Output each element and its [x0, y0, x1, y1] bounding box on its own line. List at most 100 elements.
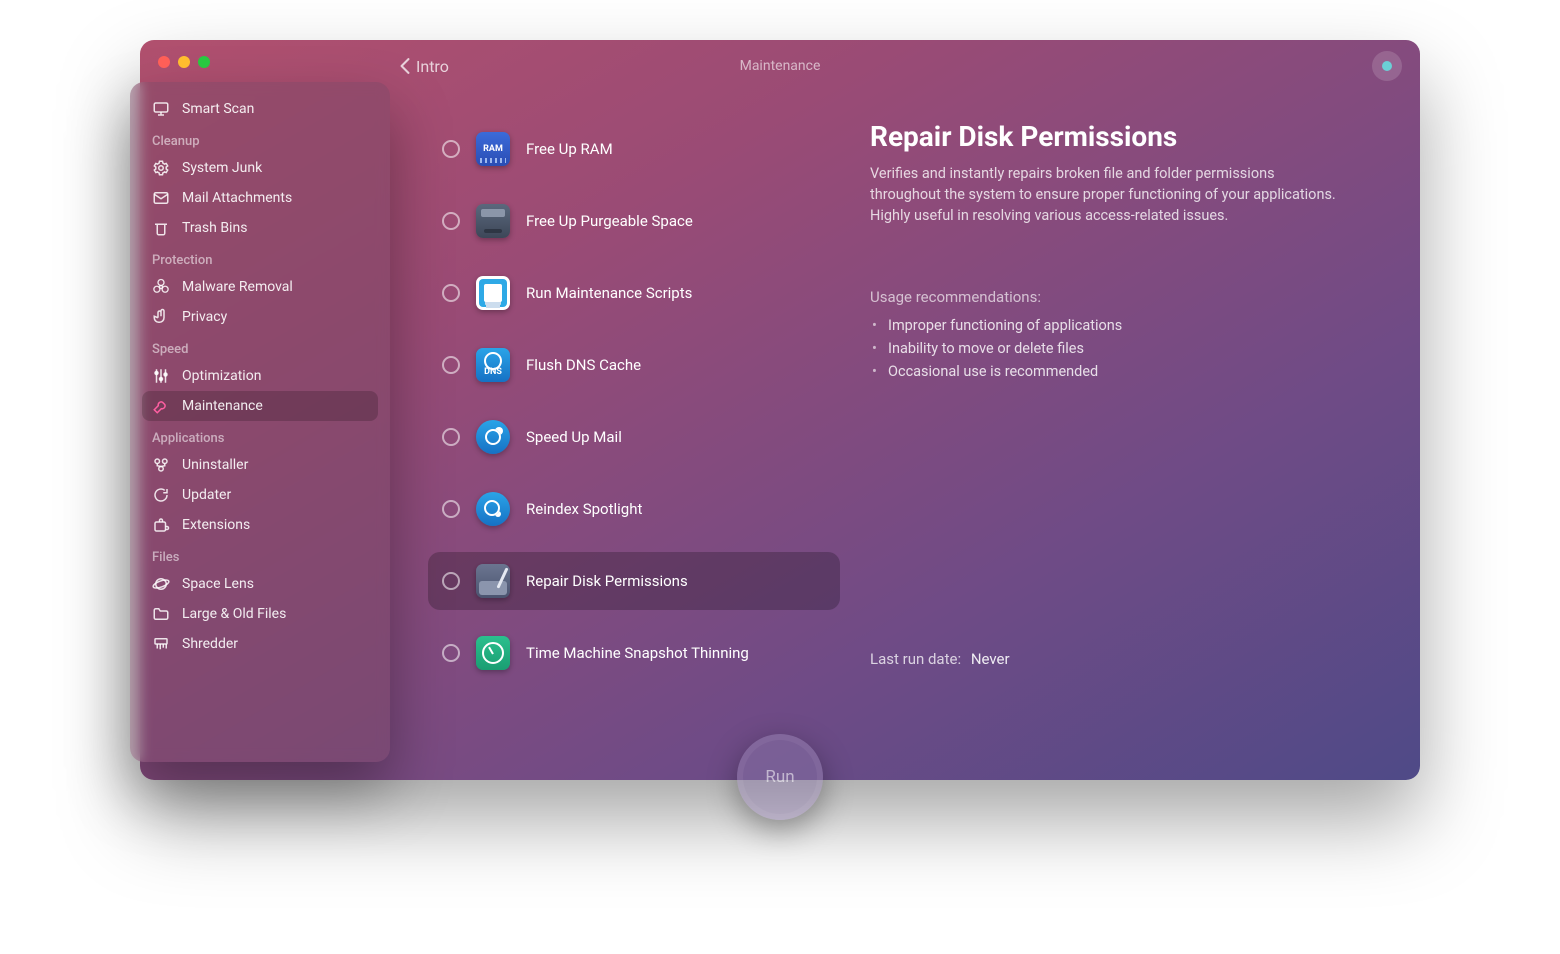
sidebar-item-malware-removal[interactable]: Malware Removal: [142, 272, 378, 302]
sidebar-item-shredder[interactable]: Shredder: [142, 629, 378, 659]
task-icon: RAM: [476, 132, 510, 166]
task-icon: [476, 420, 510, 454]
task-run-maintenance-scripts[interactable]: Run Maintenance Scripts: [428, 264, 840, 322]
uninstall-icon: [152, 456, 170, 474]
sidebar-item-label: Extensions: [182, 517, 250, 533]
planet-icon: [152, 575, 170, 593]
back-label: Intro: [416, 57, 449, 76]
sidebar-item-label: Privacy: [182, 309, 227, 325]
sidebar-item-smart-scan[interactable]: Smart Scan: [142, 94, 378, 124]
sidebar-item-updater[interactable]: Updater: [142, 480, 378, 510]
sidebar-section-title: Speed: [142, 332, 378, 361]
account-button[interactable]: [1372, 51, 1402, 81]
back-button[interactable]: Intro: [400, 57, 449, 76]
sidebar-item-label: Malware Removal: [182, 279, 293, 295]
task-label: Time Machine Snapshot Thinning: [526, 644, 749, 662]
task-radio[interactable]: [442, 500, 460, 518]
sidebar-section-title: Protection: [142, 243, 378, 272]
sidebar-item-mail-attachments[interactable]: Mail Attachments: [142, 183, 378, 213]
last-run-label: Last run date:: [870, 650, 961, 668]
task-label: Reindex Spotlight: [526, 500, 642, 518]
sidebar-item-label: Maintenance: [182, 398, 263, 414]
sidebar-item-label: Shredder: [182, 636, 238, 652]
task-icon: [476, 204, 510, 238]
sidebar-section-title: Applications: [142, 421, 378, 450]
usage-item: Inability to move or delete files: [870, 337, 1370, 360]
detail-description: Verifies and instantly repairs broken fi…: [870, 163, 1340, 226]
task-radio[interactable]: [442, 212, 460, 230]
sidebar-item-uninstaller[interactable]: Uninstaller: [142, 450, 378, 480]
trash-icon: [152, 219, 170, 237]
last-run: Last run date: Never: [870, 650, 1010, 668]
run-button[interactable]: Run: [737, 734, 823, 820]
task-label: Repair Disk Permissions: [526, 572, 688, 590]
sidebar-item-label: Uninstaller: [182, 457, 248, 473]
sidebar-item-large-old-files[interactable]: Large & Old Files: [142, 599, 378, 629]
hand-icon: [152, 308, 170, 326]
task-free-up-purgeable-space[interactable]: Free Up Purgeable Space: [428, 192, 840, 250]
task-label: Free Up Purgeable Space: [526, 212, 693, 230]
sidebar-item-optimization[interactable]: Optimization: [142, 361, 378, 391]
puzzle-icon: [152, 516, 170, 534]
minimize-window-button[interactable]: [178, 56, 190, 68]
run-button-label: Run: [765, 767, 794, 787]
main-content: RAM Free Up RAM Free Up Purgeable Space Run…: [410, 110, 1420, 780]
mail-icon: [152, 189, 170, 207]
task-label: Run Maintenance Scripts: [526, 284, 692, 302]
monitor-icon: [152, 100, 170, 118]
sidebar-item-system-junk[interactable]: System Junk: [142, 153, 378, 183]
task-radio[interactable]: [442, 644, 460, 662]
sidebar-section-title: Cleanup: [142, 124, 378, 153]
task-radio[interactable]: [442, 356, 460, 374]
sidebar-section-title: Files: [142, 540, 378, 569]
sidebar-item-label: Large & Old Files: [182, 606, 286, 622]
sidebar-item-label: System Junk: [182, 160, 262, 176]
close-window-button[interactable]: [158, 56, 170, 68]
sidebar-item-trash-bins[interactable]: Trash Bins: [142, 213, 378, 243]
maximize-window-button[interactable]: [198, 56, 210, 68]
gear-icon: [152, 159, 170, 177]
usage-item: Occasional use is recommended: [870, 360, 1370, 383]
sidebar-item-label: Trash Bins: [182, 220, 247, 236]
sidebar-item-privacy[interactable]: Privacy: [142, 302, 378, 332]
task-icon: [476, 564, 510, 598]
task-list: RAM Free Up RAM Free Up Purgeable Space Run…: [410, 110, 850, 780]
last-run-value: Never: [971, 650, 1010, 668]
task-free-up-ram[interactable]: RAM Free Up RAM: [428, 120, 840, 178]
task-radio[interactable]: [442, 284, 460, 302]
folder-icon: [152, 605, 170, 623]
sidebar-item-label: Mail Attachments: [182, 190, 292, 206]
task-repair-disk-permissions[interactable]: Repair Disk Permissions: [428, 552, 840, 610]
page-title: Maintenance: [740, 58, 821, 74]
task-radio[interactable]: [442, 140, 460, 158]
task-icon: [476, 636, 510, 670]
sliders-icon: [152, 367, 170, 385]
task-speed-up-mail[interactable]: Speed Up Mail: [428, 408, 840, 466]
sidebar-item-maintenance[interactable]: Maintenance: [142, 391, 378, 421]
shredder-icon: [152, 635, 170, 653]
task-icon: [476, 276, 510, 310]
account-avatar-icon: [1382, 61, 1392, 71]
task-flush-dns-cache[interactable]: DNSFlush DNS Cache: [428, 336, 840, 394]
biohazard-icon: [152, 278, 170, 296]
task-radio[interactable]: [442, 428, 460, 446]
task-icon: [476, 492, 510, 526]
chevron-left-icon: [400, 58, 410, 74]
task-reindex-spotlight[interactable]: Reindex Spotlight: [428, 480, 840, 538]
sidebar-item-extensions[interactable]: Extensions: [142, 510, 378, 540]
sidebar-item-label: Updater: [182, 487, 231, 503]
task-radio[interactable]: [442, 572, 460, 590]
task-time-machine-snapshot-thinning[interactable]: Time Machine Snapshot Thinning: [428, 624, 840, 682]
sidebar-item-label: Smart Scan: [182, 101, 254, 117]
refresh-icon: [152, 486, 170, 504]
usage-list: Improper functioning of applicationsInab…: [870, 314, 1370, 383]
app-window: Intro Maintenance Smart Scan Cleanup Syst…: [140, 40, 1420, 780]
usage-item: Improper functioning of applications: [870, 314, 1370, 337]
sidebar-item-label: Optimization: [182, 368, 261, 384]
sidebar-item-label: Space Lens: [182, 576, 254, 592]
sidebar-item-space-lens[interactable]: Space Lens: [142, 569, 378, 599]
task-label: Free Up RAM: [526, 140, 613, 158]
window-controls: [158, 56, 210, 68]
detail-title: Repair Disk Permissions: [870, 120, 1370, 153]
task-icon: DNS: [476, 348, 510, 382]
